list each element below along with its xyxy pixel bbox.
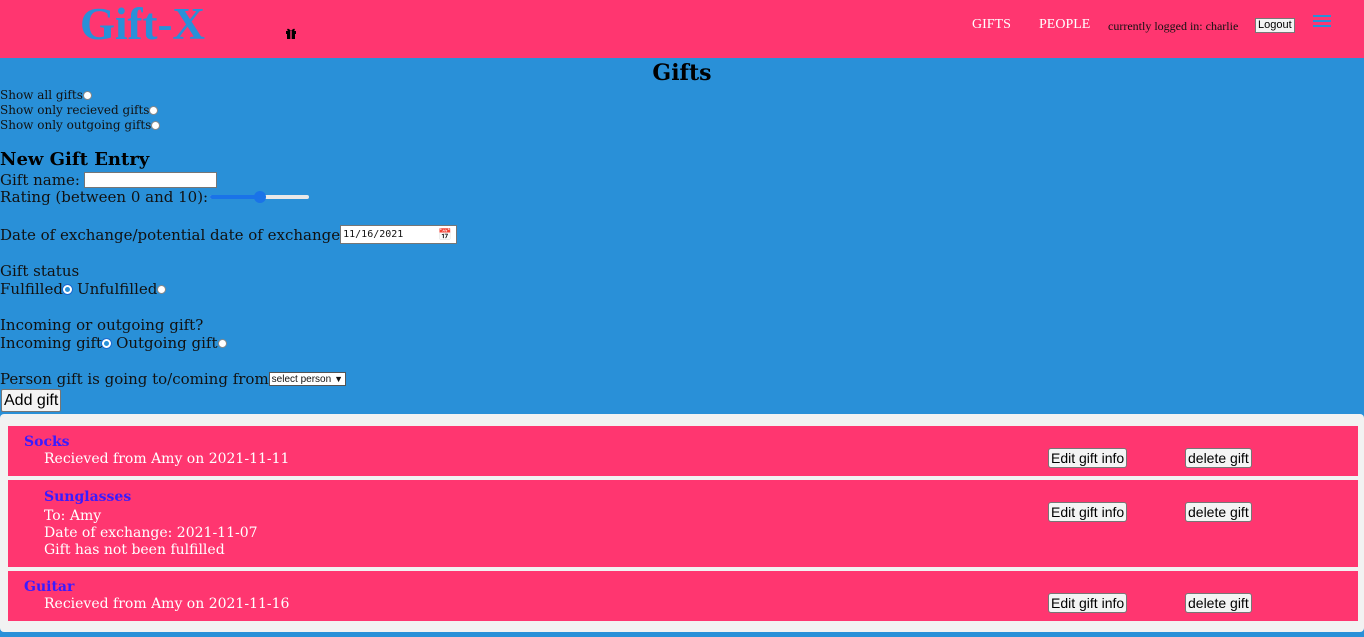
filter-outgoing-radio[interactable] xyxy=(151,120,161,130)
gift-detail: Gift has not been fulfilled xyxy=(44,542,225,558)
filter-outgoing-row[interactable]: Show only outgoing gifts xyxy=(0,118,161,132)
login-status: currently logged in: charlie xyxy=(1108,19,1239,33)
direction-heading-row: Incoming or outgoing gift? xyxy=(0,316,203,334)
unfulfilled-radio[interactable] xyxy=(157,284,167,294)
direction-label: Incoming or outgoing gift? xyxy=(0,316,204,334)
fulfilled-label: Fulfilled xyxy=(0,280,63,298)
status-heading-row: Gift status xyxy=(0,262,79,280)
filter-received-radio[interactable] xyxy=(149,105,159,115)
filter-received-label: Show only recieved gifts xyxy=(0,103,150,117)
delete-gift-button[interactable]: delete gift xyxy=(1185,448,1252,468)
rating-row: Rating (between 0 and 10): xyxy=(0,188,311,206)
gift-card: Guitar Recieved from Amy on 2021-11-16 E… xyxy=(8,571,1358,621)
gift-detail: To: Amy xyxy=(44,508,102,524)
new-gift-title: New Gift Entry xyxy=(0,149,150,170)
date-input[interactable]: 11/16/2021 📅 xyxy=(340,225,458,244)
outgoing-label: Outgoing gift xyxy=(116,334,218,352)
calendar-icon[interactable]: 📅 xyxy=(438,228,452,241)
outgoing-radio[interactable] xyxy=(217,338,227,348)
date-row: Date of exchange/potential date of excha… xyxy=(0,225,458,244)
status-label: Gift status xyxy=(0,262,80,280)
date-value: 11/16/2021 xyxy=(343,229,404,240)
navbar: Gift-X GIFTS PEOPLE currently logged in:… xyxy=(0,0,1364,58)
fulfilled-radio[interactable] xyxy=(62,284,72,294)
rating-label: Rating (between 0 and 10): xyxy=(0,188,209,206)
edit-gift-button[interactable]: Edit gift info xyxy=(1048,448,1128,468)
incoming-label: Incoming gift xyxy=(0,334,103,352)
status-options-row: Fulfilled Unfulfilled xyxy=(0,280,167,298)
rating-slider[interactable] xyxy=(208,190,311,204)
gift-detail: Recieved from Amy on 2021-11-16 xyxy=(44,596,290,612)
logout-button[interactable]: Logout xyxy=(1255,18,1295,33)
gift-name-label: Gift name: xyxy=(0,171,80,189)
date-label: Date of exchange/potential date of excha… xyxy=(0,225,341,244)
page-title: Gifts xyxy=(652,60,712,86)
unfulfilled-label: Unfulfilled xyxy=(76,280,158,298)
filter-all-row[interactable]: Show all gifts xyxy=(0,88,92,102)
delete-gift-button[interactable]: delete gift xyxy=(1185,502,1252,522)
edit-gift-button[interactable]: Edit gift info xyxy=(1048,502,1128,522)
filter-outgoing-label: Show only outgoing gifts xyxy=(0,118,152,132)
gift-name-row: Gift name: xyxy=(0,171,217,189)
incoming-radio[interactable] xyxy=(102,338,112,348)
nav-link-people[interactable]: PEOPLE xyxy=(1039,17,1090,33)
direction-options-row: Incoming gift Outgoing gift xyxy=(0,334,227,352)
hamburger-menu-icon[interactable] xyxy=(1313,15,1331,29)
person-label: Person gift is going to/coming from xyxy=(0,370,269,388)
gift-detail: Date of exchange: 2021-11-07 xyxy=(44,525,258,541)
gift-list: Socks Recieved from Amy on 2021-11-11 Ed… xyxy=(0,414,1364,632)
chevron-down-icon: ▼ xyxy=(334,374,344,384)
gift-name: Sunglasses xyxy=(44,489,132,505)
gift-name-input[interactable] xyxy=(83,172,217,188)
gift-detail: Recieved from Amy on 2021-11-11 xyxy=(44,451,290,467)
person-select-value: select person xyxy=(271,373,332,385)
nav-link-gifts[interactable]: GIFTS xyxy=(972,17,1011,33)
delete-gift-button[interactable]: delete gift xyxy=(1185,593,1252,613)
brand-logo[interactable]: Gift-X xyxy=(80,0,205,50)
person-row: Person gift is going to/coming from sele… xyxy=(0,370,347,388)
person-select[interactable]: select person ▼ xyxy=(268,372,347,386)
rating-slider-thumb[interactable] xyxy=(253,191,266,203)
filter-received-row[interactable]: Show only recieved gifts xyxy=(0,103,159,117)
gift-icon xyxy=(286,28,296,39)
filter-all-label: Show all gifts xyxy=(0,88,83,102)
gift-card: Socks Recieved from Amy on 2021-11-11 Ed… xyxy=(8,426,1358,476)
gift-name: Guitar xyxy=(24,579,75,595)
add-gift-button[interactable]: Add gift xyxy=(1,389,62,412)
edit-gift-button[interactable]: Edit gift info xyxy=(1048,593,1128,613)
gift-card: Sunglasses To: Amy Date of exchange: 202… xyxy=(8,480,1358,567)
gift-name: Socks xyxy=(24,434,70,450)
filter-all-radio[interactable] xyxy=(82,90,92,100)
